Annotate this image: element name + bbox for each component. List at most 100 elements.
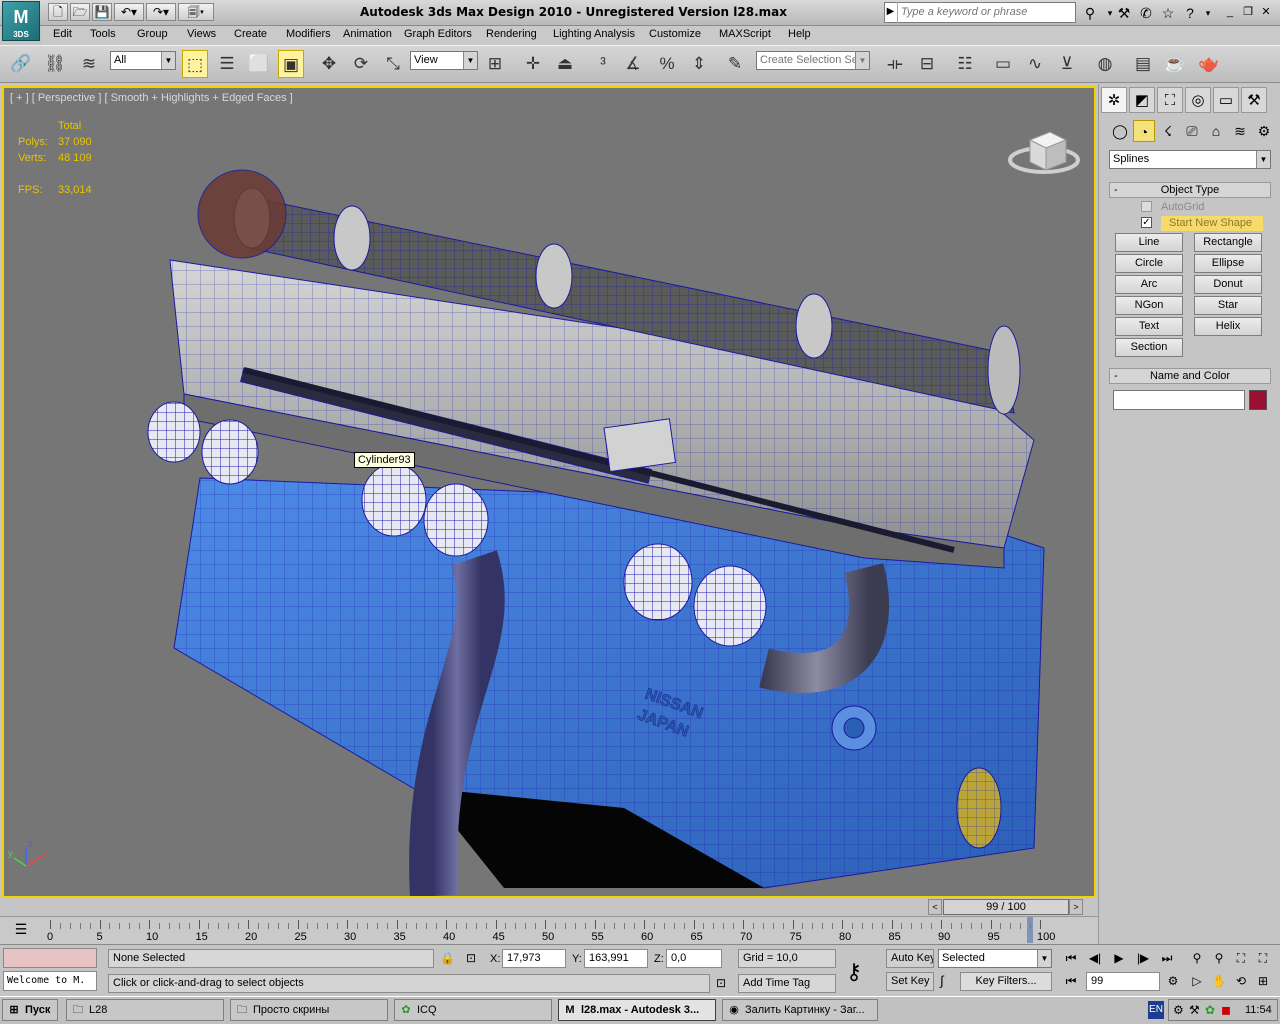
play-icon[interactable]: ▶ — [1108, 948, 1130, 968]
menu-group[interactable]: Group — [137, 28, 168, 40]
menu-tools[interactable]: Tools — [90, 28, 116, 40]
mini-curve-editor-icon[interactable]: ☰ — [8, 921, 34, 939]
zoom-all-icon[interactable]: ⚲ — [1208, 948, 1230, 968]
set-key-icon[interactable]: ⚷ — [846, 959, 862, 985]
start-new-shape-checkbox[interactable]: ✓ — [1141, 217, 1152, 228]
bind-space-warp-icon[interactable]: ≋ — [76, 50, 102, 78]
arc-button[interactable]: Arc — [1115, 275, 1183, 294]
undo-icon[interactable]: ↶▾ — [114, 3, 144, 21]
motion-tab-icon[interactable]: ◎ — [1185, 87, 1211, 113]
helpers-icon[interactable]: ⌂ — [1205, 120, 1227, 142]
window-crossing-icon[interactable]: ▣ — [278, 50, 304, 78]
menu-maxscript[interactable]: MAXScript — [719, 28, 771, 40]
angle-snap-icon[interactable]: ∡ — [620, 50, 646, 78]
shapes-icon[interactable]: ◔ — [1133, 120, 1155, 142]
key-mode-toggle-icon[interactable]: ⏮ — [1060, 971, 1082, 991]
geometry-icon[interactable]: ◯ — [1109, 120, 1131, 142]
tray-network-icon[interactable]: ⚒ — [1189, 1003, 1200, 1017]
object-name-field[interactable] — [1113, 390, 1245, 410]
selection-filter-dropdown[interactable]: All ▼ — [110, 51, 176, 70]
key-filters-button[interactable]: Key Filters... — [960, 972, 1052, 991]
menu-views[interactable]: Views — [187, 28, 216, 40]
ellipse-button[interactable]: Ellipse — [1194, 254, 1262, 273]
lights-icon[interactable]: ☇ — [1157, 120, 1179, 142]
section-button[interactable]: Section — [1115, 338, 1183, 357]
go-to-start-icon[interactable]: ⏮ — [1060, 948, 1082, 968]
next-key-icon[interactable]: |▶ — [1132, 948, 1154, 968]
zoom-extents-all-icon[interactable]: ⛶ — [1252, 948, 1274, 968]
utilities-tab-icon[interactable]: ⚒ — [1241, 87, 1267, 113]
restore-button[interactable]: ❐ — [1240, 4, 1256, 20]
communication-icon[interactable]: ✆ — [1136, 3, 1156, 23]
named-selection-field[interactable]: Create Selection Se ▼ — [756, 51, 870, 70]
zoom-icon[interactable]: ⚲ — [1186, 948, 1208, 968]
align-icon[interactable]: ⊟ — [914, 50, 940, 78]
current-frame-field[interactable]: 99 — [1086, 972, 1160, 991]
close-button[interactable]: ✕ — [1258, 4, 1274, 20]
z-coord-field[interactable]: 0,0 — [666, 949, 722, 968]
viewcube[interactable] — [1006, 118, 1086, 178]
previous-frame-icon[interactable]: ◀| — [1084, 948, 1106, 968]
material-editor-icon[interactable]: ◍ — [1092, 50, 1118, 78]
select-manipulate-icon[interactable]: ✛ — [520, 50, 546, 78]
rotate-icon[interactable]: ⟳ — [348, 50, 374, 78]
menu-help[interactable]: Help — [788, 28, 811, 40]
go-to-end-icon[interactable]: ⏭ — [1156, 948, 1178, 968]
key-mode-dropdown[interactable]: Selected ▼ — [938, 949, 1052, 968]
spinner-snap-icon[interactable]: ⇕ — [686, 50, 712, 78]
circle-button[interactable]: Circle — [1115, 254, 1183, 273]
save-icon[interactable]: 💾 — [92, 3, 112, 21]
start-button[interactable]: ⊞ Пуск — [2, 999, 58, 1021]
set-key-button[interactable]: Set Key — [886, 972, 934, 991]
snaps-toggle-icon[interactable]: ³ — [590, 50, 616, 78]
timeline-ruler[interactable]: 0 5 10 15 20 25 30 35 40 45 50 55 60 65 70 75 80 85 90 95 10… — [47, 917, 1055, 945]
language-indicator[interactable]: EN — [1148, 1001, 1164, 1019]
subscription-icon[interactable]: ⚒ — [1114, 3, 1134, 23]
autogrid-checkbox[interactable] — [1141, 201, 1152, 212]
field-of-view-icon[interactable]: ▷ — [1186, 971, 1208, 991]
systems-icon[interactable]: ⚙ — [1253, 120, 1275, 142]
helix-button[interactable]: Helix — [1194, 317, 1262, 336]
lock-selection-icon[interactable]: 🔒 — [440, 951, 455, 965]
percent-snap-icon[interactable]: % — [654, 50, 680, 78]
create-tab-icon[interactable]: ✲ — [1101, 87, 1127, 113]
pan-view-icon[interactable]: ✋ — [1208, 971, 1230, 991]
search-input[interactable] — [901, 6, 1071, 18]
line-button[interactable]: Line — [1115, 233, 1183, 252]
engine-model[interactable]: NISSAN JAPAN z x y — [4, 88, 1094, 896]
help-icon[interactable]: ? — [1180, 3, 1200, 23]
taskbar-item-browser[interactable]: ◉ Залить Картинку - Заг... — [722, 999, 878, 1021]
modify-tab-icon[interactable]: ◩ — [1129, 87, 1155, 113]
rectangular-selection-icon[interactable]: ⬜ — [246, 50, 272, 78]
scale-icon[interactable]: ⤡ — [380, 50, 406, 78]
graphite-toggle-icon[interactable]: ▭ — [990, 50, 1016, 78]
track-bar[interactable]: ☰ 0 5 10 15 20 25 30 35 40 45 50 55 60 65 70 75 80 85 90 95… — [0, 916, 1098, 944]
object-color-swatch[interactable] — [1249, 390, 1267, 410]
edit-named-selection-icon[interactable]: ✎ — [722, 50, 748, 78]
select-by-name-icon[interactable]: ☰ — [214, 50, 240, 78]
keyword-search[interactable] — [884, 2, 1076, 23]
keyboard-shortcut-override-icon[interactable]: ⏏ — [552, 50, 578, 78]
maxscript-mini-listener-pink[interactable] — [3, 948, 97, 968]
add-time-tag-button[interactable]: Add Time Tag — [738, 974, 836, 993]
select-object-icon[interactable]: ⬚ — [182, 50, 208, 78]
project-folder-icon[interactable]: 🗐▾ — [178, 3, 214, 21]
zoom-extents-icon[interactable]: ⛶ — [1230, 948, 1252, 968]
rendered-frame-icon[interactable]: ☕ — [1162, 50, 1188, 78]
menu-edit[interactable]: Edit — [53, 28, 72, 40]
move-icon[interactable]: ✥ — [316, 50, 342, 78]
hierarchy-tab-icon[interactable]: ⛶ — [1157, 87, 1183, 113]
menu-customize[interactable]: Customize — [649, 28, 701, 40]
taskbar-item-screens[interactable]: 🗀 Просто скрины — [230, 999, 388, 1021]
time-tag-icon[interactable]: ⊡ — [716, 976, 726, 990]
perspective-viewport[interactable]: [ + ] [ Perspective ] [ Smooth + Highlig… — [2, 86, 1096, 898]
menu-rendering[interactable]: Rendering — [486, 28, 537, 40]
star-button[interactable]: Star — [1194, 296, 1262, 315]
tray-antivirus-icon[interactable]: ◼ — [1221, 1003, 1231, 1017]
object-type-rollout[interactable]: - Object Type — [1109, 182, 1271, 198]
app-menu-button[interactable]: M 3DS — [2, 1, 40, 41]
menu-lighting-analysis[interactable]: Lighting Analysis — [553, 28, 635, 40]
next-frame-icon[interactable]: > — [1069, 899, 1083, 915]
name-and-color-rollout[interactable]: - Name and Color — [1109, 368, 1271, 384]
new-file-icon[interactable]: 🗋 — [48, 3, 68, 21]
